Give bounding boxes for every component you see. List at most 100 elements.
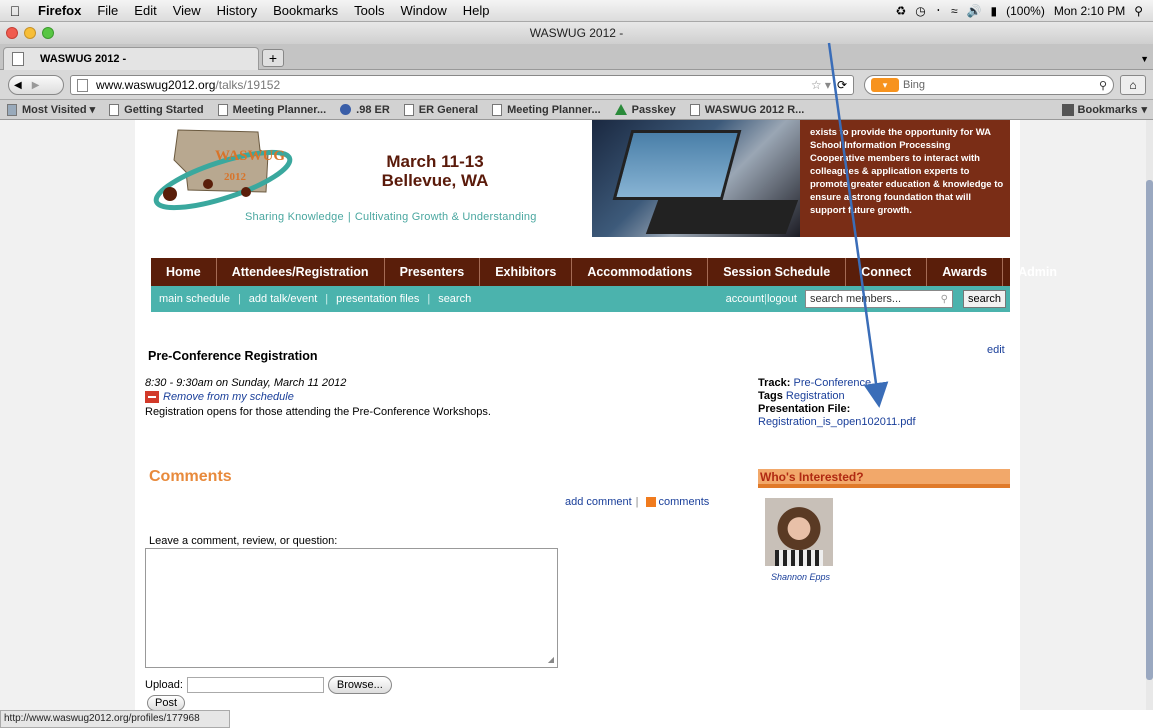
add-comment-link[interactable]: add comment	[565, 496, 632, 508]
url-domain: www.waswug2012.org	[96, 78, 216, 92]
sync-icon[interactable]: ♻	[896, 4, 907, 18]
bookmark-meeting-planner-2[interactable]: Meeting Planner...	[485, 103, 608, 116]
menu-bookmarks[interactable]: Bookmarks	[265, 3, 346, 18]
page-icon	[689, 103, 700, 116]
post-button[interactable]: Post	[147, 695, 186, 710]
close-window-icon[interactable]	[6, 27, 18, 39]
search-engine-icon[interactable]: ▾	[871, 78, 899, 92]
remove-from-schedule-label[interactable]: Remove from my schedule	[163, 391, 294, 403]
nav-attendees-registration[interactable]: Attendees/Registration	[217, 258, 385, 286]
back-forward-buttons: ◀ ▶	[8, 75, 64, 95]
bluetooth-icon[interactable]: ᛫	[935, 4, 942, 18]
minimize-window-icon[interactable]	[24, 27, 36, 39]
logout-link[interactable]: logout	[767, 293, 797, 305]
battery-icon[interactable]: ▮	[991, 4, 998, 18]
bookmarks-menu-button[interactable]: Bookmarks ▾	[1061, 103, 1153, 116]
menu-file[interactable]: File	[89, 3, 126, 18]
upload-file-field[interactable]	[186, 677, 324, 693]
resize-grip-icon[interactable]: ◢	[548, 655, 554, 664]
bookmark-waswug-2012[interactable]: WASWUG 2012 R...	[683, 103, 812, 116]
scrollbar-thumb[interactable]	[1146, 180, 1153, 680]
logo-year: 2012	[224, 171, 247, 183]
search-bar-placeholder: Bing	[903, 79, 926, 91]
tab-waswug[interactable]: WASWUG 2012 -	[3, 47, 259, 70]
comments-feed-link[interactable]: comments	[659, 496, 710, 508]
bookmark-getting-started[interactable]: Getting Started	[102, 103, 210, 116]
search-members-input[interactable]: search members... ⚲	[804, 290, 953, 308]
comments-heading: Comments	[149, 468, 232, 485]
menu-help[interactable]: Help	[455, 3, 498, 18]
tagline-part-b: Cultivating Growth & Understanding	[354, 211, 537, 223]
volume-icon[interactable]: 🔊	[967, 4, 982, 18]
subnav-add-talk[interactable]: add talk/event	[241, 293, 326, 305]
interested-person-name[interactable]: Shannon Epps	[771, 572, 830, 582]
presentation-file-label: Presentation File:	[758, 403, 851, 415]
talk-time: 8:30 - 9:30am on Sunday, March 11 2012	[145, 377, 347, 389]
navigation-toolbar: ◀ ▶ www.waswug2012.org /talks/19152 ☆ ▾ …	[0, 70, 1153, 100]
tag-link[interactable]: Registration	[786, 390, 845, 402]
upload-row: Upload: Browse...	[145, 676, 392, 694]
comment-textarea[interactable]: ◢	[145, 548, 558, 668]
avatar-shirt	[775, 550, 823, 566]
comment-actions: add comment | comments	[565, 496, 709, 508]
menu-tools[interactable]: Tools	[346, 3, 392, 18]
bookmark-meeting-planner-1[interactable]: Meeting Planner...	[211, 103, 334, 116]
event-dates: March 11-13 Bellevue, WA	[370, 152, 500, 190]
subnav-search[interactable]: search	[430, 293, 479, 305]
search-icon[interactable]: ⚲	[1099, 79, 1113, 92]
passkey-icon	[614, 104, 627, 115]
tab-label: WASWUG 2012 -	[40, 53, 127, 65]
bookmark-er-general[interactable]: ER General	[397, 103, 485, 116]
time-machine-icon[interactable]: ◷	[915, 4, 925, 18]
menu-view[interactable]: View	[165, 3, 209, 18]
site-identity-icon[interactable]	[77, 78, 88, 92]
account-link[interactable]: account	[726, 293, 765, 305]
subnav-main-schedule[interactable]: main schedule	[151, 293, 238, 305]
forward-icon[interactable]: ▶	[32, 80, 40, 91]
page-icon	[217, 103, 228, 116]
new-tab-button[interactable]: +	[262, 49, 284, 67]
bookmark-passkey[interactable]: Passkey	[608, 104, 683, 116]
track-link[interactable]: Pre-Conference	[793, 377, 871, 389]
back-icon[interactable]: ◀	[14, 80, 22, 91]
bookmark-label: Passkey	[631, 103, 676, 116]
menu-window[interactable]: Window	[393, 3, 455, 18]
waswug-logo[interactable]: WASWUG 2012	[148, 120, 298, 220]
menu-edit[interactable]: Edit	[126, 3, 164, 18]
menu-history[interactable]: History	[209, 3, 265, 18]
wifi-icon[interactable]: ≈	[951, 4, 958, 18]
bookmark-star-icon[interactable]: ☆ ▾	[811, 78, 837, 92]
mac-menubar:  Firefox File Edit View History Bookmar…	[0, 0, 1153, 22]
home-icon[interactable]: ⌂	[1120, 75, 1146, 95]
subnav-presentation-files[interactable]: presentation files	[328, 293, 427, 305]
nav-home[interactable]: Home	[151, 258, 217, 286]
nav-session-schedule[interactable]: Session Schedule	[708, 258, 847, 286]
reload-icon[interactable]: ⟳	[837, 78, 853, 92]
menubar-clock[interactable]: Mon 2:10 PM	[1054, 4, 1125, 18]
url-bar[interactable]: www.waswug2012.org /talks/19152 ☆ ▾ ⟳	[70, 75, 854, 95]
zoom-window-icon[interactable]	[42, 27, 54, 39]
tab-list-chevron-icon[interactable]: ▼	[1140, 54, 1149, 64]
nav-connect[interactable]: Connect	[846, 258, 928, 286]
bookmark-98-er[interactable]: .98 ER	[333, 104, 397, 116]
browse-button[interactable]: Browse...	[327, 676, 392, 694]
search-bar[interactable]: ▾ Bing ⚲	[864, 75, 1114, 95]
nav-admin[interactable]: Admin	[1003, 258, 1072, 286]
nav-awards[interactable]: Awards	[927, 258, 1004, 286]
bookmark-label: ER General	[418, 103, 479, 116]
nav-accommodations[interactable]: Accommodations	[572, 258, 709, 286]
remove-from-schedule[interactable]: Remove from my schedule	[145, 391, 294, 403]
rss-feed-icon[interactable]	[645, 497, 656, 507]
nav-presenters[interactable]: Presenters	[385, 258, 481, 286]
search-members-button[interactable]: search	[962, 290, 1006, 308]
menu-app-firefox[interactable]: Firefox	[30, 3, 89, 18]
bookmark-most-visited[interactable]: Most Visited ▾	[0, 103, 102, 116]
remove-icon[interactable]	[145, 391, 159, 403]
avatar[interactable]	[765, 498, 833, 566]
spotlight-icon[interactable]: ⚲	[1134, 4, 1143, 18]
edit-link[interactable]: edit	[987, 344, 1005, 356]
apple-menu-icon[interactable]: 	[0, 3, 30, 19]
sub-navigation: main schedule | add talk/event | presentat…	[151, 286, 1010, 312]
nav-exhibitors[interactable]: Exhibitors	[480, 258, 573, 286]
presentation-file-link[interactable]: Registration_is_open102011.pdf	[758, 416, 916, 428]
